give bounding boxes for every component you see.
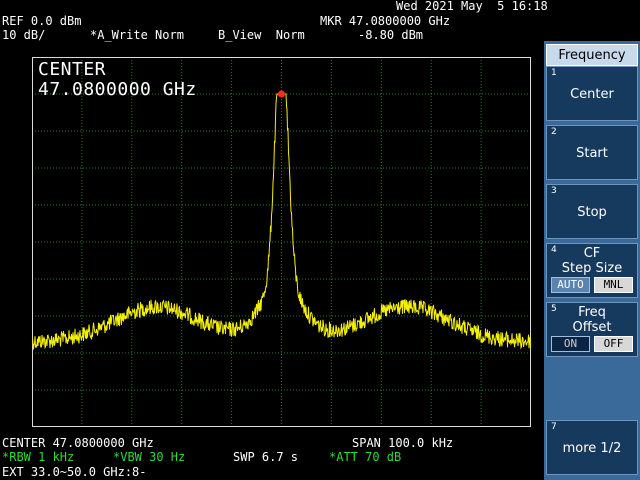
footer-rbw: *RBW 1 kHz xyxy=(2,450,75,464)
spectrum-graticule xyxy=(32,57,531,427)
center-overlay-label: CENTER xyxy=(38,59,107,80)
analyzer-screen: Wed 2021 May 5 16:18 REF 0.0 dBm 10 dB/ … xyxy=(0,0,548,480)
softkey-label: more 1/2 xyxy=(562,441,622,456)
marker-point xyxy=(278,90,285,98)
center-overlay-value: 47.0800000 GHz xyxy=(38,79,197,100)
footer-att: *ATT 70 dB xyxy=(329,450,402,464)
marker-frequency: MKR 47.0800000 GHz xyxy=(320,14,451,28)
softkey-label: Start xyxy=(576,146,608,161)
softkey-label: Freq Offset xyxy=(572,305,612,335)
trace-b-mode: B_View Norm xyxy=(218,28,305,42)
softkey-number: 7 xyxy=(551,422,557,432)
cf-step-manual-toggle[interactable]: MNL xyxy=(594,277,633,293)
softkey-stop[interactable]: 3 Stop xyxy=(546,184,638,239)
softkey-label: CF Step Size xyxy=(561,246,623,276)
footer-ext-mixer: EXT 33.0~50.0 GHz:8- xyxy=(2,465,147,479)
softkey-label: Center xyxy=(570,87,614,102)
scale-per-div: 10 dB/ xyxy=(2,28,46,42)
footer-sweep: SWP 6.7 s xyxy=(233,450,299,464)
ref-level: REF 0.0 dBm xyxy=(2,14,82,28)
freq-offset-off-toggle[interactable]: OFF xyxy=(594,336,633,352)
softkey-number: 3 xyxy=(551,186,557,196)
softkey-number: 2 xyxy=(551,127,557,137)
softkey-cf-step-size[interactable]: 4 CF Step Size AUTO MNL xyxy=(546,243,638,298)
menu-title: Frequency xyxy=(546,44,638,66)
freq-offset-on-toggle[interactable]: ON xyxy=(551,336,590,352)
footer-span: SPAN 100.0 kHz xyxy=(352,436,454,450)
footer-vbw: *VBW 30 Hz xyxy=(113,450,186,464)
softkey-number: 1 xyxy=(551,68,557,78)
marker-level: -8.80 dBm xyxy=(358,28,424,42)
softkey-freq-offset[interactable]: 5 Freq Offset ON OFF xyxy=(546,302,638,357)
softkey-more[interactable]: 7 more 1/2 xyxy=(546,420,638,475)
datetime: Wed 2021 May 5 16:18 xyxy=(396,0,548,13)
trace-a-mode: *A_Write Norm xyxy=(90,28,184,42)
cf-step-auto-toggle[interactable]: AUTO xyxy=(551,277,590,293)
footer-center: CENTER 47.0800000 GHz xyxy=(2,436,154,450)
softkey-center[interactable]: 1 Center xyxy=(546,66,638,121)
spectrum-plot[interactable] xyxy=(32,57,531,427)
softkey-start[interactable]: 2 Start xyxy=(546,125,638,180)
center-frequency-overlay: CENTER 47.0800000 GHz xyxy=(38,60,197,100)
softkey-label: Stop xyxy=(577,205,607,220)
